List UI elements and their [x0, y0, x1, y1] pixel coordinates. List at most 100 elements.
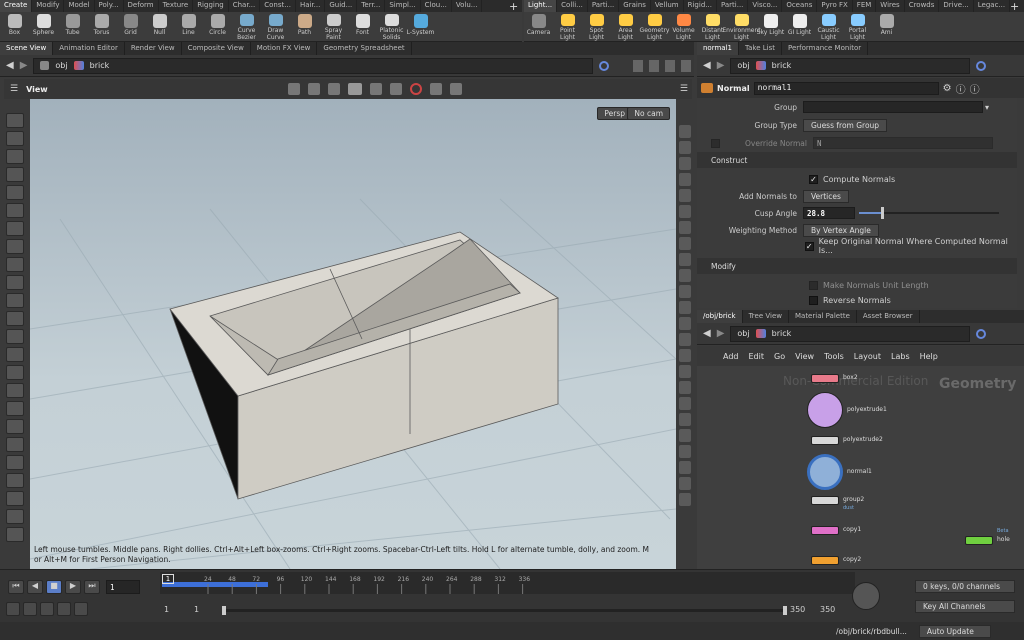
node-name-field[interactable]: normal1 — [753, 81, 939, 95]
viewport-tool-icon[interactable] — [6, 239, 24, 254]
play-icon[interactable]: ▶ — [65, 580, 81, 594]
view-icons[interactable] — [633, 59, 694, 72]
shelf-tool[interactable]: Torus — [87, 12, 116, 41]
viewport-tool-icon[interactable] — [6, 221, 24, 236]
network-menu-item[interactable]: Add — [723, 352, 739, 361]
override-checkbox[interactable] — [711, 138, 720, 148]
viewport-scene[interactable] — [30, 99, 676, 569]
shelf-tool[interactable]: Volume Light — [669, 12, 698, 41]
shelf-tab[interactable]: Wires — [876, 0, 905, 12]
reverse-checkbox[interactable] — [809, 295, 818, 305]
shelf-tab[interactable]: FEM — [853, 0, 877, 12]
node-body[interactable] — [811, 436, 839, 445]
info-icon[interactable]: ⓘ — [970, 81, 980, 96]
global-settings-icon[interactable] — [74, 602, 88, 616]
net-forward-icon[interactable]: ▶ — [717, 328, 725, 339]
shelf-tab[interactable]: Light... — [524, 0, 558, 12]
shelf-tab[interactable]: Const... — [260, 0, 296, 12]
display-tool-icon[interactable] — [679, 349, 691, 362]
shelf-tool[interactable]: Path — [290, 12, 319, 41]
node-body[interactable] — [811, 526, 839, 535]
shelf-tab[interactable]: Visco... — [748, 0, 783, 12]
modify-section[interactable]: Modify — [697, 258, 1017, 274]
construct-section[interactable]: Construct — [697, 152, 1017, 168]
param-pin-icon[interactable] — [976, 60, 987, 71]
pane-tab[interactable]: Geometry Spreadsheet — [317, 42, 412, 55]
shelf-tab[interactable]: Simpl... — [385, 0, 421, 12]
display-tool-icon[interactable] — [679, 317, 691, 330]
group-type-menu[interactable]: Guess from Group — [803, 118, 888, 132]
scene-path-field[interactable]: obj brick — [33, 57, 594, 74]
display-tool-icon[interactable] — [679, 381, 691, 394]
shelf-tab[interactable]: Modify — [32, 0, 65, 12]
shelf-tab[interactable]: Drive... — [939, 0, 974, 12]
display-tool-icon[interactable] — [679, 141, 691, 154]
range-start-field-2[interactable]: 1 — [194, 605, 199, 614]
override-field[interactable]: N — [813, 137, 993, 149]
pane-tab[interactable]: Take List — [739, 42, 782, 55]
display-tool-icon[interactable] — [679, 173, 691, 186]
viewport-tool-icon[interactable] — [6, 419, 24, 434]
display-tool-icon[interactable] — [679, 493, 691, 506]
viewport-tool-icon[interactable] — [6, 473, 24, 488]
shelf-tool[interactable]: Curve Bezier — [232, 12, 261, 41]
viewport-tool-icon[interactable] — [6, 401, 24, 416]
param-forward-icon[interactable]: ▶ — [717, 60, 725, 71]
range-end-field[interactable]: 350 — [790, 605, 805, 614]
pane-tab[interactable]: Composite View — [182, 42, 251, 55]
lighting-icon[interactable] — [369, 83, 382, 95]
network-editor[interactable]: Non-Commercial Edition Geometry box2 poly… — [697, 366, 1024, 569]
pane-tab[interactable]: Animation Editor — [53, 42, 125, 55]
back-arrow-icon[interactable]: ◀ — [6, 60, 14, 71]
shelf-tab[interactable]: Clou... — [421, 0, 452, 12]
shelf-tool[interactable]: Sphere — [29, 12, 58, 41]
shelf-tool[interactable]: Grid — [116, 12, 145, 41]
shelf-tab[interactable]: Model — [64, 0, 95, 12]
network-menu-item[interactable]: View — [795, 352, 814, 361]
viewport-tool-icon[interactable] — [6, 293, 24, 308]
display-tool-icon[interactable] — [679, 253, 691, 266]
status-path[interactable]: /obj/brick/rbdbull... — [836, 627, 907, 636]
keys-channels-menu[interactable]: 0 keys, 0/0 channels — [915, 580, 1015, 593]
network-menu-item[interactable]: Go — [774, 352, 785, 361]
shelf-tab[interactable]: Volu... — [452, 0, 483, 12]
viewport-tool-icon[interactable] — [6, 455, 24, 470]
range-start-field[interactable]: 1 — [164, 605, 169, 614]
display-tool-icon[interactable] — [679, 221, 691, 234]
shelf-tool[interactable]: Portal Light — [843, 12, 872, 41]
pane-tab[interactable]: normal1 — [697, 42, 739, 55]
viewport-tool-icon[interactable] — [6, 113, 24, 128]
keyframe-icon[interactable] — [57, 602, 71, 616]
shelf-tool[interactable]: Tube — [58, 12, 87, 41]
viewport-tool-icon[interactable] — [6, 167, 24, 182]
handle-icon[interactable] — [327, 83, 340, 95]
viewport-tool-icon[interactable] — [6, 203, 24, 218]
cusp-slider[interactable] — [859, 207, 999, 219]
select-icon[interactable] — [307, 83, 320, 95]
node-body[interactable] — [807, 454, 843, 490]
shelf-tab[interactable]: Guid... — [325, 0, 358, 12]
shelf-tool[interactable]: Spot Light — [582, 12, 611, 41]
display-tool-icon[interactable] — [679, 365, 691, 378]
range-slider-end[interactable] — [783, 606, 787, 615]
viewport-tool-icon[interactable] — [6, 311, 24, 326]
shelf-tab[interactable]: Parti... — [588, 0, 620, 12]
shelf-tool[interactable]: Geometry Light — [640, 12, 669, 41]
key-wheel-icon[interactable] — [852, 582, 880, 610]
brick-geometry[interactable] — [169, 231, 559, 500]
current-frame-field[interactable]: 1 — [106, 580, 140, 594]
shelf-tab[interactable]: Deform — [124, 0, 159, 12]
viewport-tool-icon[interactable] — [6, 185, 24, 200]
network-menu-item[interactable]: Labs — [891, 352, 910, 361]
shelf-tool[interactable]: Circle — [203, 12, 232, 41]
shelf-tab[interactable]: Rigid... — [684, 0, 717, 12]
viewport-tool-icon[interactable] — [6, 329, 24, 344]
shelf-tool[interactable]: Camera — [524, 12, 553, 41]
node-body[interactable] — [811, 374, 839, 383]
network-menu-item[interactable]: Edit — [749, 352, 765, 361]
display-tool-icon[interactable] — [679, 189, 691, 202]
settings-icon[interactable] — [449, 83, 462, 95]
display-tool-icon[interactable] — [679, 301, 691, 314]
shelf-tool[interactable]: Null — [145, 12, 174, 41]
weighting-menu[interactable]: By Vertex Angle — [803, 223, 879, 237]
